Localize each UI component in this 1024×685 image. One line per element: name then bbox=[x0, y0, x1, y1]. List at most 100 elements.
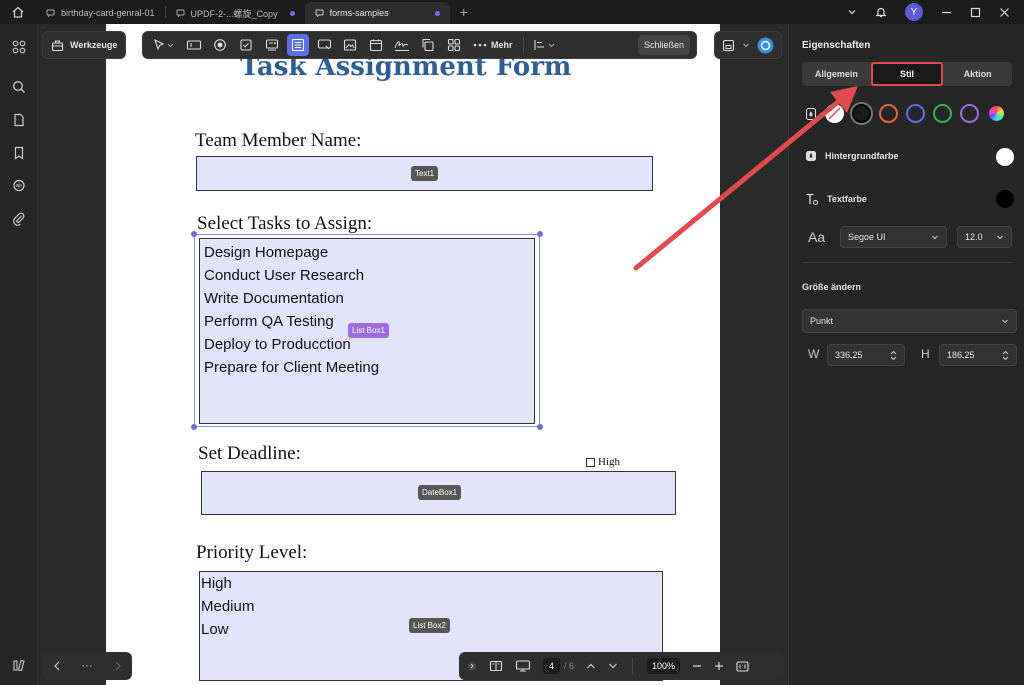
chevron-right-icon[interactable] bbox=[114, 661, 122, 671]
swatch-none[interactable] bbox=[825, 104, 844, 123]
chevron-down-icon[interactable] bbox=[742, 41, 750, 49]
more-button[interactable]: Mehr bbox=[469, 40, 517, 50]
tasks-list-box[interactable]: Design Homepage Conduct User Research Wr… bbox=[199, 238, 535, 424]
toolbar-divider bbox=[522, 37, 524, 53]
button-tool-button[interactable] bbox=[313, 34, 335, 56]
list-item[interactable]: Medium bbox=[201, 595, 254, 618]
list-item[interactable]: High bbox=[201, 572, 254, 595]
minimize-icon[interactable] bbox=[941, 7, 952, 18]
checkbox-label: High bbox=[598, 456, 620, 468]
ok-button-icon bbox=[317, 39, 331, 50]
pages-button[interactable] bbox=[10, 111, 28, 129]
list-box-tool-button[interactable] bbox=[287, 34, 309, 56]
section-divider bbox=[802, 262, 1012, 263]
team-member-text-field[interactable]: Text1 bbox=[196, 156, 653, 191]
text-field-tool-button[interactable] bbox=[183, 34, 205, 56]
chevron-down-icon[interactable] bbox=[847, 7, 857, 17]
maximize-icon[interactable] bbox=[970, 7, 981, 18]
bell-icon[interactable] bbox=[875, 6, 887, 18]
high-checkbox[interactable]: High bbox=[586, 456, 620, 468]
reading-mode-icon[interactable] bbox=[489, 660, 503, 672]
tab-birthday-card[interactable]: birthday-card-genral-01 bbox=[36, 2, 165, 24]
tab-label: forms-samples bbox=[329, 8, 389, 18]
search-button[interactable] bbox=[10, 78, 28, 96]
radio-tool-button[interactable] bbox=[209, 34, 231, 56]
properties-panel: Eigenschaften Allgemein Stil Aktion Hint… bbox=[788, 24, 1024, 685]
field-name-tag: Text1 bbox=[411, 166, 439, 181]
swatch-black-selected[interactable] bbox=[852, 104, 871, 123]
list-item[interactable]: Design Homepage bbox=[204, 241, 379, 264]
comments-button[interactable] bbox=[10, 177, 28, 195]
list-item[interactable]: Low bbox=[201, 618, 254, 641]
chevron-down-icon[interactable] bbox=[608, 662, 618, 670]
bookmarks-button[interactable] bbox=[10, 144, 28, 162]
resize-handle-bottom-left[interactable] bbox=[191, 424, 197, 430]
swatch-blue[interactable] bbox=[906, 104, 925, 123]
signature-icon bbox=[394, 41, 409, 51]
tab-style[interactable]: Stil bbox=[870, 62, 944, 86]
app-window: birthday-card-genral-01 UPDF-2-...螺旋_Cop… bbox=[0, 0, 1024, 685]
new-tab-plus-icon[interactable]: + bbox=[460, 4, 468, 20]
date-tool-button[interactable] bbox=[365, 34, 387, 56]
attachments-button[interactable] bbox=[10, 210, 28, 228]
tools-button[interactable]: Werkzeuge bbox=[42, 31, 127, 59]
tab-updf-copy[interactable]: UPDF-2-...螺旋_Copy bbox=[166, 2, 305, 24]
home-button[interactable] bbox=[0, 0, 36, 24]
checkbox-icon bbox=[240, 39, 252, 51]
presentation-icon[interactable] bbox=[515, 660, 531, 672]
actual-size-icon[interactable] bbox=[736, 660, 749, 672]
tab-forms-samples[interactable]: forms-samples bbox=[304, 2, 450, 24]
signature-tool-button[interactable] bbox=[391, 34, 413, 56]
duplicate-tool-button[interactable] bbox=[417, 34, 439, 56]
image-tool-button[interactable] bbox=[339, 34, 361, 56]
current-page-input[interactable]: 4 bbox=[543, 658, 561, 674]
text-color-row: Textfarbe bbox=[805, 192, 867, 206]
more-dots-icon bbox=[473, 43, 487, 47]
pdf-page: Task Assignment Form Team Member Name: T… bbox=[106, 24, 720, 685]
list-item[interactable]: Prepare for Client Meeting bbox=[204, 356, 379, 379]
paperclip-icon bbox=[13, 212, 25, 226]
select-tool-button[interactable] bbox=[149, 34, 179, 56]
save-icon[interactable] bbox=[722, 39, 735, 52]
text-color-icon bbox=[806, 193, 818, 205]
font-family-select[interactable]: Segoe UI bbox=[840, 226, 947, 248]
background-color-swatch[interactable] bbox=[996, 148, 1014, 166]
height-input[interactable]: 186.25 bbox=[939, 344, 1017, 366]
swatch-purple[interactable] bbox=[960, 104, 979, 123]
list-item[interactable]: Conduct User Research bbox=[204, 264, 379, 287]
swatch-orange[interactable] bbox=[879, 104, 898, 123]
tab-action[interactable]: Aktion bbox=[943, 62, 1012, 86]
swatch-green[interactable] bbox=[933, 104, 952, 123]
chevron-left-icon[interactable] bbox=[53, 661, 61, 671]
width-input[interactable]: 336.25 bbox=[827, 344, 905, 366]
checkbox-tool-button[interactable] bbox=[235, 34, 257, 56]
zoom-in-icon[interactable] bbox=[714, 661, 724, 671]
unit-select[interactable]: Punkt bbox=[802, 309, 1017, 333]
stepper-icon[interactable] bbox=[890, 350, 897, 361]
collapse-arrow-icon[interactable] bbox=[467, 661, 477, 671]
checkbox-box[interactable] bbox=[586, 457, 595, 467]
align-button[interactable] bbox=[530, 34, 560, 56]
resize-handle-top-right[interactable] bbox=[537, 231, 543, 237]
resize-handle-bottom-right[interactable] bbox=[537, 424, 543, 430]
more-pages-button[interactable]: ··· bbox=[82, 660, 93, 672]
tab-general[interactable]: Allgemein bbox=[802, 62, 871, 86]
grid-layout-button[interactable] bbox=[443, 34, 465, 56]
deadline-date-field[interactable]: DateBox1 bbox=[201, 471, 676, 515]
font-size-select[interactable]: 12.0 bbox=[957, 226, 1012, 248]
stepper-icon[interactable] bbox=[1002, 350, 1009, 361]
zoom-out-icon[interactable] bbox=[692, 661, 702, 671]
text-color-swatch[interactable] bbox=[996, 190, 1014, 208]
close-icon[interactable] bbox=[999, 7, 1010, 18]
thumbnails-button[interactable] bbox=[10, 38, 28, 56]
zoom-level-input[interactable]: 100% bbox=[647, 658, 681, 674]
custom-color-picker[interactable] bbox=[987, 104, 1006, 123]
layers-button[interactable] bbox=[10, 656, 28, 674]
chevron-up-icon[interactable] bbox=[586, 662, 596, 670]
ai-assistant-icon[interactable] bbox=[757, 37, 774, 54]
close-form-editing-button[interactable]: Schließen bbox=[637, 35, 690, 55]
resize-handle-top-left[interactable] bbox=[191, 231, 197, 237]
avatar[interactable]: Y bbox=[905, 3, 923, 21]
list-item[interactable]: Write Documentation bbox=[204, 287, 379, 310]
combo-box-tool-button[interactable] bbox=[261, 34, 283, 56]
